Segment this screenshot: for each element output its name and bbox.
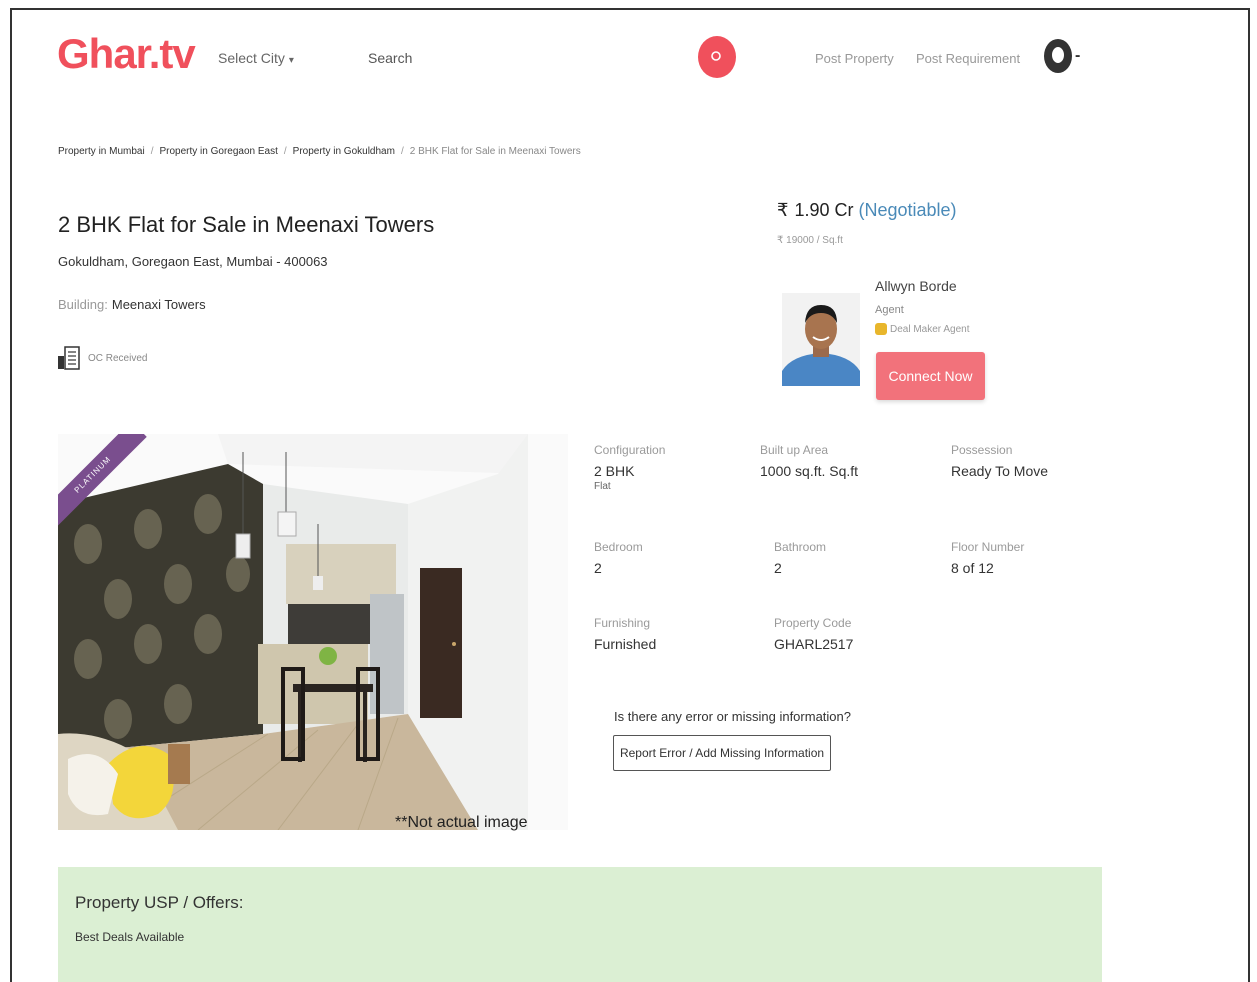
detail-value: GHARL2517 [774, 636, 854, 652]
usp-title: Property USP / Offers: [75, 893, 244, 912]
detail-bedroom: Bedroom 2 [594, 540, 643, 576]
breadcrumb-separator: / [400, 146, 404, 157]
search-button[interactable] [698, 36, 736, 78]
price: ₹1.90 Cr (Negotiable) [777, 200, 957, 221]
detail-value: 8 of 12 [951, 560, 994, 576]
breadcrumb-separator: / [150, 146, 154, 157]
detail-label: Configuration [594, 443, 666, 457]
document-building-icon [58, 346, 80, 370]
post-property-link[interactable]: Post Property [815, 51, 894, 66]
error-question: Is there any error or missing informatio… [614, 709, 851, 724]
select-city-label: Select City [218, 50, 285, 66]
user-menu[interactable]: - [1044, 39, 1080, 73]
detail-label: Furnishing [594, 616, 651, 630]
breadcrumb-current: 2 BHK Flat for Sale in Meenaxi Towers [409, 146, 581, 157]
site-logo[interactable]: Ghar.tv [57, 30, 196, 78]
detail-possession: Possession Ready To Move [951, 443, 1048, 479]
user-avatar-icon [1044, 39, 1072, 73]
post-requirement-link[interactable]: Post Requirement [916, 51, 1020, 66]
oc-status: OC Received [56, 344, 147, 372]
detail-label: Built up Area [760, 443, 829, 457]
building-value[interactable]: Meenaxi Towers [112, 297, 206, 312]
price-per-sqft: ₹ 19000 / Sq.ft [777, 235, 843, 246]
select-city-dropdown[interactable]: Select City ▾ [218, 50, 294, 66]
property-address: Gokuldham, Goregaon East, Mumbai - 40006… [58, 254, 328, 269]
oc-status-label: OC Received [88, 352, 148, 364]
detail-floor-number: Floor Number 8 of 12 [951, 540, 1024, 576]
detail-label: Bathroom [774, 540, 827, 554]
agent-role: Agent [875, 304, 904, 316]
price-amount: 1.90 Cr [794, 200, 854, 220]
building-info: Building: Meenaxi Towers [58, 297, 206, 312]
breadcrumb-item[interactable]: Property in Gokuldham [293, 146, 395, 157]
detail-value: Ready To Move [951, 463, 1049, 479]
page-title: 2 BHK Flat for Sale in Meenaxi Towers [58, 212, 435, 237]
report-error-button[interactable]: Report Error / Add Missing Information [613, 735, 831, 771]
detail-bathroom: Bathroom 2 [774, 540, 826, 576]
detail-furnishing: Furnishing Furnished [594, 616, 656, 652]
negotiable-label: (Negotiable) [858, 200, 957, 220]
breadcrumb-separator: / [283, 146, 287, 157]
breadcrumb-item[interactable]: Property in Mumbai [58, 146, 145, 157]
detail-subvalue: Flat [594, 481, 611, 492]
detail-label: Property Code [774, 616, 852, 630]
detail-value: Furnished [594, 636, 657, 652]
usp-section: Property USP / Offers: Best Deals Availa… [58, 867, 1102, 982]
platinum-ribbon-label: PLATINUM [58, 434, 147, 529]
detail-value: 2 BHK [594, 463, 635, 479]
detail-configuration: Configuration 2 BHK Flat [594, 443, 665, 492]
detail-property-code: Property Code GHARL2517 [774, 616, 853, 652]
platinum-ribbon: PLATINUM [58, 434, 178, 554]
building-label: Building: [58, 297, 108, 312]
rupee-symbol: ₹ [777, 200, 789, 220]
detail-label: Bedroom [594, 540, 643, 554]
breadcrumb: Property in Mumbai / Property in Goregaon … [58, 146, 581, 157]
agent-portrait-icon [782, 293, 860, 386]
usp-item: Best Deals Available [75, 930, 185, 944]
breadcrumb-item[interactable]: Property in Goregaon East [159, 146, 277, 157]
detail-built-up-area: Built up Area 1000 sq.ft. Sq.ft [760, 443, 858, 479]
chevron-down-icon: - [1075, 47, 1081, 64]
medal-icon [875, 323, 887, 335]
search-icon [711, 51, 721, 61]
caret-down-icon: ▾ [288, 55, 294, 66]
detail-value: 1000 sq.ft. Sq.ft [760, 463, 859, 479]
not-actual-image-note: **Not actual image [395, 814, 528, 831]
agent-name[interactable]: Allwyn Borde [875, 278, 957, 294]
detail-value: 2 [594, 560, 602, 576]
detail-label: Possession [951, 443, 1013, 457]
agent-badge-label: Deal Maker Agent [890, 323, 970, 335]
detail-value: 2 [774, 560, 782, 576]
agent-photo [782, 293, 860, 386]
agent-badge: Deal Maker Agent [875, 323, 970, 335]
detail-label: Floor Number [951, 540, 1025, 554]
connect-now-button[interactable]: Connect Now [876, 352, 985, 400]
search-input[interactable]: Search [368, 50, 412, 66]
